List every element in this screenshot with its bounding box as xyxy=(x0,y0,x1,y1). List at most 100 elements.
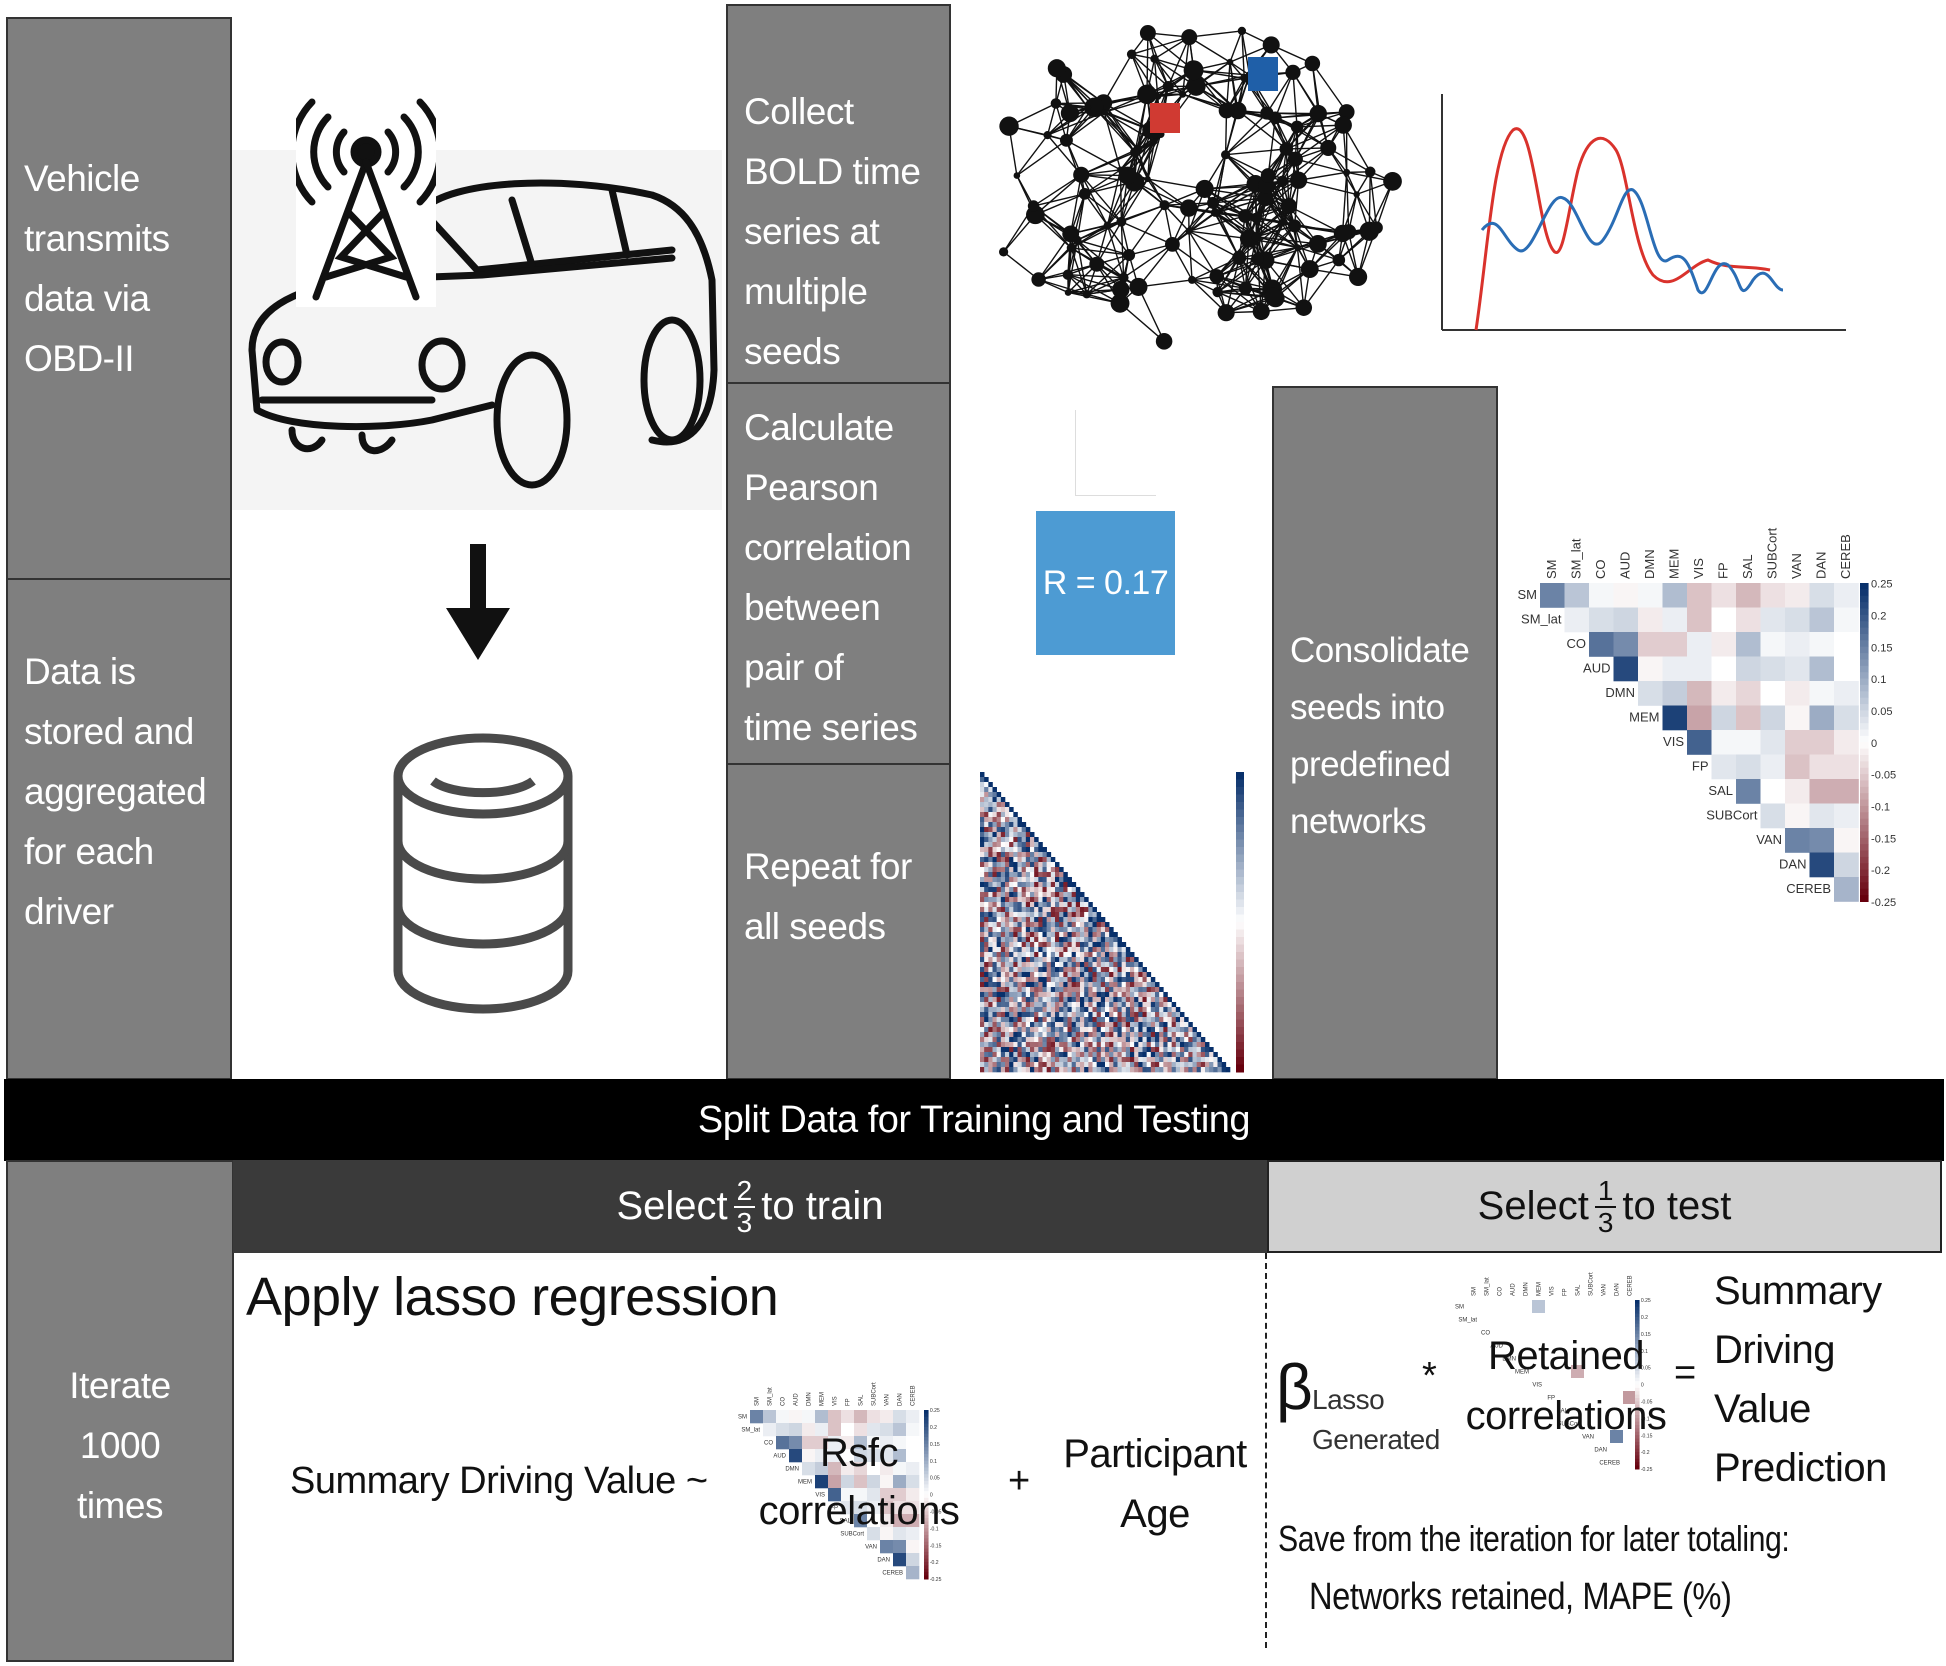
colorbar-segment xyxy=(1860,888,1869,896)
heatmap-cell xyxy=(1050,867,1056,873)
heatmap-cell xyxy=(1532,1300,1545,1313)
colorbar-segment xyxy=(1236,929,1244,938)
heatmap-cell xyxy=(1834,754,1859,780)
heatmap-cell xyxy=(1125,962,1131,968)
network-node xyxy=(998,247,1009,257)
heatmap-cell xyxy=(1071,962,1077,968)
heatmap-cell xyxy=(1059,882,1064,888)
column-label: FP xyxy=(1715,562,1730,579)
heatmap-cell xyxy=(1055,967,1060,973)
heatmap-cell xyxy=(1184,1027,1189,1033)
heatmap-cell xyxy=(1121,1052,1127,1058)
heatmap-cell xyxy=(1134,1067,1139,1073)
heatmap-cell xyxy=(1055,1052,1060,1058)
heatmap-cell xyxy=(1013,912,1018,918)
heatmap-cell xyxy=(1134,962,1139,968)
heatmap-cell xyxy=(1034,862,1039,868)
heatmap-cell xyxy=(1113,1062,1118,1068)
heatmap-cell xyxy=(1055,1017,1060,1023)
heatmap-cell xyxy=(1067,897,1072,903)
heatmap-cell xyxy=(992,892,997,898)
heatmap-cell xyxy=(1130,1057,1135,1063)
colorbar-segment xyxy=(1236,914,1244,923)
heatmap-cell xyxy=(996,857,1002,863)
heatmap-cell xyxy=(1000,977,1006,983)
heatmap-cell xyxy=(1100,947,1106,953)
heatmap-cell xyxy=(1638,656,1663,682)
heatmap-cell xyxy=(992,807,997,813)
heatmap-cell xyxy=(1059,942,1064,948)
heatmap-cell xyxy=(992,902,997,908)
heatmap-cell xyxy=(1096,1067,1102,1073)
train-header: Select 23 to train xyxy=(233,1160,1267,1253)
step-text-line: correlation xyxy=(744,527,912,568)
heatmap-cell xyxy=(1155,1067,1160,1073)
heatmap-cell xyxy=(996,1042,1002,1048)
heatmap-cell xyxy=(1071,942,1077,948)
heatmap-cell xyxy=(1046,882,1052,888)
heatmap-cell xyxy=(1021,962,1027,968)
step-text-line: data via xyxy=(24,278,150,319)
heatmap-cell xyxy=(992,812,997,818)
heatmap-cell xyxy=(1096,992,1102,998)
heatmap-cell xyxy=(1075,932,1081,938)
colorbar-segment xyxy=(1860,602,1869,609)
heatmap-cell xyxy=(1159,1007,1164,1013)
heatmap-cell xyxy=(1013,847,1018,853)
heatmap-cell xyxy=(1034,937,1039,943)
heatmap-cell xyxy=(1042,902,1047,908)
heatmap-cell xyxy=(1030,987,1035,993)
network-node xyxy=(1101,109,1108,116)
heatmap-cell xyxy=(1075,1057,1081,1063)
heatmap-cell xyxy=(1046,922,1052,928)
column-label: VAN xyxy=(1601,1284,1607,1296)
heatmap-cell xyxy=(1117,1042,1122,1048)
heatmap-cell xyxy=(1100,972,1106,978)
heatmap-cell xyxy=(1034,922,1039,928)
heatmap-cell xyxy=(996,962,1002,968)
row-label: AUD xyxy=(1583,660,1610,675)
heatmap-cell xyxy=(980,887,985,893)
heatmap-cell xyxy=(1038,1007,1043,1013)
heatmap-cell xyxy=(984,792,989,798)
heatmap-cell xyxy=(1138,1037,1143,1043)
heatmap-cell xyxy=(992,1007,997,1013)
colorbar-segment xyxy=(1236,1057,1244,1065)
heatmap-cell xyxy=(980,987,985,993)
heatmap-cell xyxy=(988,857,993,863)
heatmap-cell xyxy=(1046,972,1052,978)
heatmap-cell xyxy=(1638,607,1663,633)
heatmap-cell xyxy=(1146,1057,1152,1063)
heatmap-cell xyxy=(1184,1047,1189,1053)
column-label: SUBCort xyxy=(871,1382,877,1406)
column-label: SM_lat xyxy=(767,1387,773,1406)
heatmap-cell xyxy=(1030,882,1035,888)
heatmap-cell xyxy=(1055,872,1060,878)
heatmap-cell xyxy=(1013,937,1018,943)
heatmap-cell xyxy=(1130,1012,1135,1018)
heatmap-cell xyxy=(1050,932,1056,938)
heatmap-cell xyxy=(988,1057,993,1063)
heatmap-cell xyxy=(1088,922,1093,928)
heatmap-cell xyxy=(996,877,1002,883)
result-line-4: Prediction xyxy=(1714,1446,1887,1490)
heatmap-cell xyxy=(984,942,989,948)
heatmap-cell xyxy=(1025,907,1031,913)
heatmap-cell xyxy=(1109,1052,1114,1058)
heatmap-cell xyxy=(1130,952,1135,958)
colorbar-tick: -0.1 xyxy=(1871,802,1890,814)
heatmap-cell xyxy=(1142,1047,1147,1053)
heatmap-cell xyxy=(1025,1052,1031,1058)
heatmap-cell xyxy=(988,962,993,968)
heatmap-cell xyxy=(1013,1042,1018,1048)
colorbar-segment xyxy=(1236,1034,1244,1043)
age-line-1: Participant xyxy=(1063,1432,1247,1476)
heatmap-cell xyxy=(1009,987,1014,993)
colorbar-segment xyxy=(1236,922,1244,930)
heatmap-cell xyxy=(1009,1042,1014,1048)
network-node xyxy=(1072,235,1082,245)
heatmap-cell xyxy=(1021,827,1027,833)
heatmap-cell xyxy=(1042,957,1047,963)
heatmap-cell xyxy=(1038,1062,1043,1068)
heatmap-cell xyxy=(996,932,1002,938)
